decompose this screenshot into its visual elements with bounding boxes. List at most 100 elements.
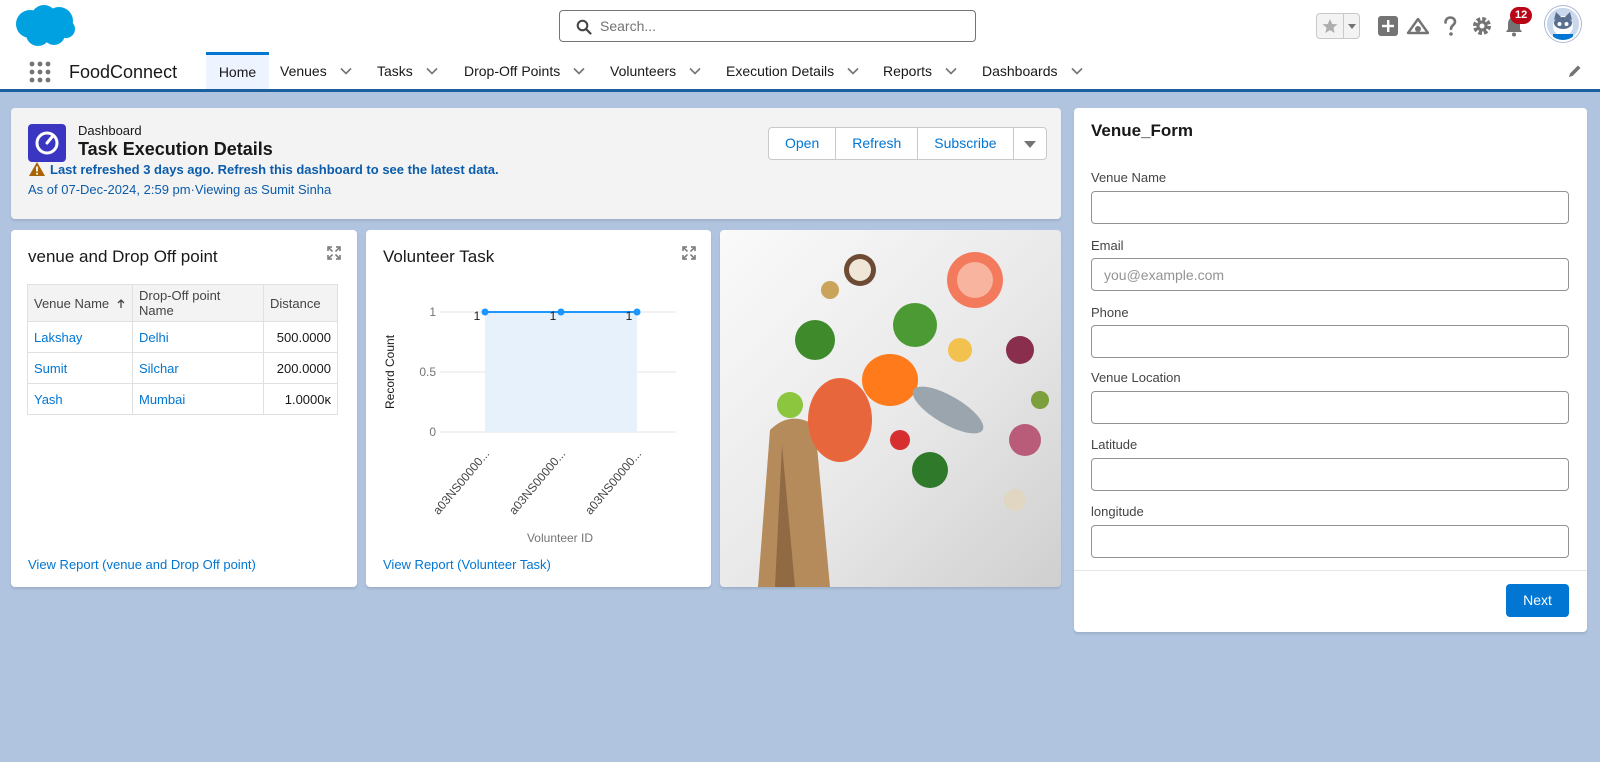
favorite-star-icon[interactable] — [1319, 16, 1341, 36]
app-nav-bar: FoodConnect Home Venues Tasks Drop-Off P… — [0, 52, 1600, 92]
global-actions-icon[interactable] — [1376, 14, 1400, 38]
vegetables-illustration — [758, 252, 1049, 587]
distance-cell: 500.0000 — [263, 321, 338, 353]
phone-field[interactable] — [1091, 325, 1569, 358]
help-icon[interactable] — [1438, 14, 1462, 38]
email-label: Email — [1091, 238, 1124, 253]
sort-ascending-icon — [117, 299, 125, 309]
latitude-field[interactable] — [1091, 458, 1569, 491]
favorites-group — [1316, 13, 1360, 39]
form-divider — [1074, 570, 1587, 571]
table-row: Lakshay Delhi 500.0000 — [27, 321, 338, 353]
venue-location-field[interactable] — [1091, 391, 1569, 424]
table-row: Yash Mumbai 1.0000ĸ — [27, 383, 338, 415]
tab-execution-details[interactable]: Execution Details — [726, 52, 860, 89]
phone-label: Phone — [1091, 305, 1129, 320]
chevron-down-icon[interactable] — [688, 64, 702, 78]
column-header-venue-name[interactable]: Venue Name — [27, 284, 133, 322]
subscribe-button[interactable]: Subscribe — [918, 128, 1014, 159]
dashboard-header: Dashboard Task Execution Details Last re… — [11, 108, 1061, 219]
volunteer-task-chart: 10.501 1 1a03NS00000... a03NS00000... a03NS0… — [383, 305, 676, 545]
expand-icon[interactable] — [327, 246, 341, 260]
venue-link[interactable]: Lakshay — [27, 321, 133, 353]
chevron-down-icon[interactable] — [339, 64, 353, 78]
view-report-volunteer-link[interactable]: View Report (Volunteer Task) — [383, 557, 551, 572]
as-of-text: As of 07-Dec-2024, 2:59 pm·Viewing as Su… — [28, 182, 332, 197]
column-header-distance[interactable]: Distance — [263, 284, 338, 322]
longitude-field[interactable] — [1091, 525, 1569, 558]
dashboard-button-group: Open Refresh Subscribe — [768, 127, 1047, 160]
chevron-down-icon[interactable] — [425, 64, 439, 78]
distance-cell: 200.0000 — [263, 352, 338, 384]
warning-icon — [29, 162, 45, 176]
latitude-label: Latitude — [1091, 437, 1138, 452]
tab-label: Drop-Off Points — [464, 62, 561, 79]
y-tick-label: 1 — [429, 305, 436, 319]
area-fill — [485, 312, 637, 432]
venue-name-label: Venue Name — [1091, 170, 1167, 185]
x-tick-label: a03NS00000... — [582, 447, 644, 517]
data-point — [481, 308, 489, 316]
global-header: 12 — [0, 0, 1600, 52]
dropoff-link[interactable]: Silchar — [132, 352, 264, 384]
refresh-warning: Last refreshed 3 days ago. Refresh this … — [28, 161, 499, 177]
venue-link[interactable]: Yash — [27, 383, 133, 415]
data-point — [633, 308, 641, 316]
app-name: FoodConnect — [69, 62, 178, 82]
salesforce-logo[interactable] — [14, 4, 76, 48]
tab-home[interactable]: Home — [206, 52, 269, 89]
tab-drop-off-points[interactable]: Drop-Off Points — [464, 52, 586, 89]
data-point — [557, 308, 565, 316]
x-axis-label: Volunteer ID — [527, 531, 593, 545]
notification-count-badge: 12 — [1510, 7, 1533, 24]
global-search[interactable] — [559, 10, 976, 42]
tab-reports[interactable]: Reports — [883, 52, 958, 89]
tab-label: Reports — [883, 62, 933, 79]
chevron-down-icon[interactable] — [1070, 64, 1084, 78]
tab-volunteers[interactable]: Volunteers — [610, 52, 702, 89]
tab-label: Venues — [280, 62, 327, 79]
open-button[interactable]: Open — [769, 128, 837, 159]
tab-label: Execution Details — [726, 62, 835, 79]
chevron-down-icon[interactable] — [846, 64, 860, 78]
x-tick-label: a03NS00000... — [506, 447, 568, 517]
venue-dropoff-widget: venue and Drop Off point Venue Name Drop… — [11, 230, 357, 587]
warning-text: Last refreshed 3 days ago. Refresh this … — [50, 161, 499, 177]
next-button[interactable]: Next — [1506, 584, 1569, 617]
email-field[interactable] — [1091, 258, 1569, 291]
data-label: 1 — [550, 309, 557, 323]
venue-form-card: Venue_Form Venue Name Email Phone Venue … — [1074, 108, 1587, 632]
longitude-label: longitude — [1091, 504, 1144, 519]
favorites-menu-icon[interactable] — [1345, 16, 1359, 36]
tab-label: Home — [218, 64, 257, 80]
caret-down-icon — [1023, 141, 1036, 148]
data-label: 1 — [626, 309, 633, 323]
user-avatar[interactable] — [1545, 6, 1581, 42]
y-tick-label: 0 — [429, 425, 436, 439]
refresh-button[interactable]: Refresh — [836, 128, 919, 159]
dropoff-link[interactable]: Delhi — [132, 321, 264, 353]
view-report-venue-link[interactable]: View Report (venue and Drop Off point) — [28, 557, 256, 572]
trailhead-icon[interactable] — [1406, 14, 1430, 38]
tab-venues[interactable]: Venues — [280, 52, 353, 89]
dashboard-kicker: Dashboard — [78, 123, 142, 138]
tab-tasks[interactable]: Tasks — [377, 52, 439, 89]
chevron-down-icon[interactable] — [572, 64, 586, 78]
data-label: 1 — [474, 309, 481, 323]
widget-title: venue and Drop Off point — [28, 247, 218, 266]
dropoff-link[interactable]: Mumbai — [132, 383, 264, 415]
chevron-down-icon[interactable] — [944, 64, 958, 78]
y-axis-label: Record Count — [383, 334, 397, 409]
tab-dashboards[interactable]: Dashboards — [982, 52, 1084, 89]
venue-name-field[interactable] — [1091, 191, 1569, 224]
venue-link[interactable]: Sumit — [27, 352, 133, 384]
more-actions-button[interactable] — [1013, 128, 1046, 159]
edit-nav-pencil-icon[interactable] — [1567, 63, 1583, 79]
tab-label: Dashboards — [982, 62, 1058, 79]
y-tick-label: 0.5 — [419, 365, 436, 379]
settings-gear-icon[interactable] — [1470, 14, 1494, 38]
astro-avatar-icon — [1547, 8, 1579, 40]
column-header-dropoff[interactable]: Drop-Off point Name — [132, 284, 264, 322]
search-input[interactable] — [600, 11, 970, 41]
app-launcher-icon[interactable] — [28, 60, 52, 84]
